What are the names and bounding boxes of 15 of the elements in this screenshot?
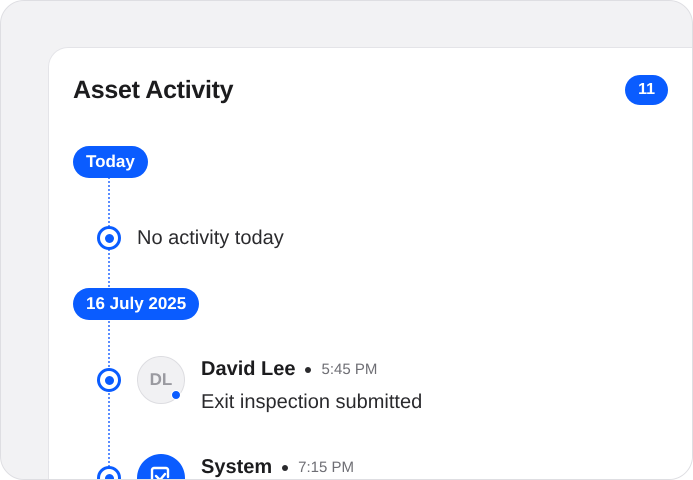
- empty-message: No activity today: [137, 226, 284, 250]
- separator-dot: [282, 464, 288, 470]
- timestamp: 5:45 PM: [321, 361, 378, 378]
- activity-text: Exit inspection submitted: [201, 391, 422, 414]
- author-name: David Lee: [201, 358, 296, 381]
- separator-dot: [305, 366, 312, 372]
- author-name: System: [201, 456, 272, 479]
- timestamp: 7:15 PM: [298, 459, 354, 476]
- card-title: Asset Activity: [73, 76, 234, 104]
- timeline-dot: [97, 226, 121, 250]
- user-avatar: DL: [137, 356, 185, 404]
- date-pill: 16 July 2025: [73, 288, 200, 320]
- timeline-dot: [97, 368, 121, 392]
- count-badge: 11: [625, 75, 668, 105]
- date-pill: Today: [73, 146, 148, 178]
